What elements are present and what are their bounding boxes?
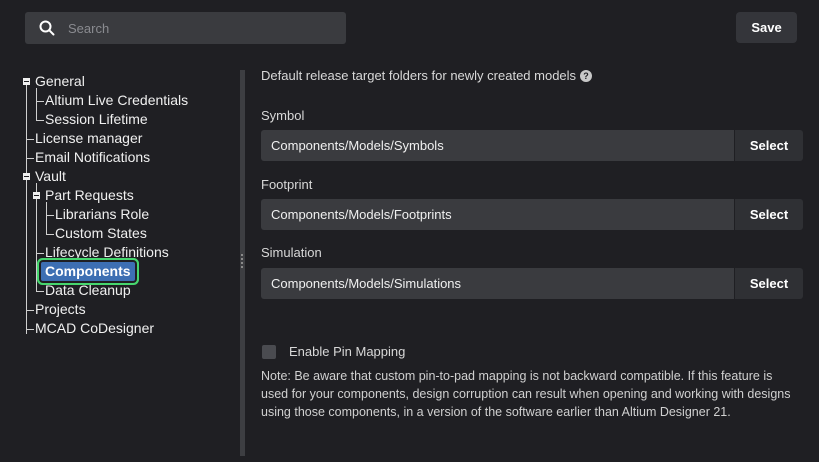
symbol-label: Symbol bbox=[261, 108, 305, 123]
tree-line bbox=[36, 272, 40, 273]
tree-item-data-cleanup[interactable]: Data Cleanup bbox=[45, 281, 131, 300]
collapse-part-requests-icon[interactable] bbox=[33, 192, 40, 199]
tree-item-license-manager[interactable]: License manager bbox=[35, 129, 142, 148]
tree-item-custom-states[interactable]: Custom States bbox=[55, 224, 147, 243]
tree-item-general[interactable]: General bbox=[35, 72, 85, 91]
symbol-folder-field[interactable]: Components/Models/Symbols bbox=[261, 130, 734, 161]
tree-line bbox=[26, 139, 34, 140]
tree-item-vault[interactable]: Vault bbox=[35, 167, 66, 186]
settings-page: Save General Altium Live Credentials Ses… bbox=[0, 0, 819, 462]
tree-line bbox=[26, 329, 34, 330]
pin-mapping-row: Enable Pin Mapping bbox=[262, 344, 405, 359]
tree-line bbox=[36, 291, 44, 292]
pin-mapping-label[interactable]: Enable Pin Mapping bbox=[289, 344, 405, 359]
tree-line bbox=[36, 183, 37, 291]
help-icon[interactable]: ? bbox=[580, 69, 593, 82]
tree-item-mcad-codesigner[interactable]: MCAD CoDesigner bbox=[35, 319, 154, 338]
tree-item-projects[interactable]: Projects bbox=[35, 300, 86, 319]
tree-line bbox=[36, 88, 37, 120]
tree-item-components[interactable]: Components bbox=[41, 262, 135, 281]
footprint-select-button[interactable]: Select bbox=[735, 199, 803, 230]
save-button[interactable]: Save bbox=[736, 12, 797, 43]
tree-line bbox=[36, 120, 44, 121]
simulation-label: Simulation bbox=[261, 245, 322, 260]
simulation-folder-field[interactable]: Components/Models/Simulations bbox=[261, 268, 734, 299]
collapse-vault-icon[interactable] bbox=[23, 173, 30, 180]
tree-line bbox=[46, 202, 47, 234]
tree-line bbox=[46, 234, 54, 235]
tree-line bbox=[36, 253, 44, 254]
description-text: Default release target folders for newly… bbox=[261, 68, 577, 83]
tree-item-part-requests[interactable]: Part Requests bbox=[45, 186, 134, 205]
footprint-folder-field[interactable]: Components/Models/Footprints bbox=[261, 199, 734, 230]
tree-line bbox=[36, 101, 44, 102]
symbol-select-button[interactable]: Select bbox=[735, 130, 803, 161]
tree-item-email-notifications[interactable]: Email Notifications bbox=[35, 148, 150, 167]
footprint-label: Footprint bbox=[261, 177, 313, 192]
pin-mapping-note: Note: Be aware that custom pin-to-pad ma… bbox=[261, 369, 791, 419]
splitter-grip-icon[interactable] bbox=[241, 254, 244, 270]
tree-item-altium-live-credentials[interactable]: Altium Live Credentials bbox=[45, 91, 188, 110]
tree-line bbox=[46, 215, 54, 216]
tree-line bbox=[26, 158, 34, 159]
pin-mapping-checkbox[interactable] bbox=[262, 344, 276, 359]
tree-item-librarians-role[interactable]: Librarians Role bbox=[55, 205, 149, 224]
tree-item-session-lifetime[interactable]: Session Lifetime bbox=[45, 110, 148, 129]
tree-line bbox=[26, 82, 27, 334]
section-description: Default release target folders for newly… bbox=[261, 68, 593, 83]
tree-item-lifecycle-definitions[interactable]: Lifecycle Definitions bbox=[45, 243, 169, 262]
settings-tree: General Altium Live Credentials Session … bbox=[0, 0, 240, 462]
simulation-select-button[interactable]: Select bbox=[735, 268, 803, 299]
collapse-general-icon[interactable] bbox=[23, 78, 30, 85]
tree-line bbox=[26, 310, 34, 311]
